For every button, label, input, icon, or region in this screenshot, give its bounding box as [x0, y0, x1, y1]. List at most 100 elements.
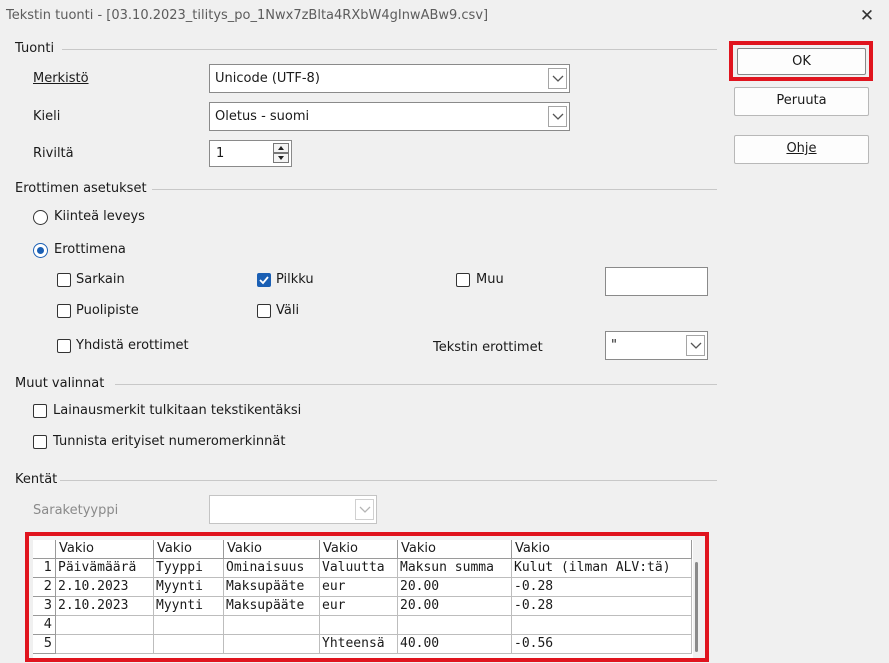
language-value: Oletus - suomi — [215, 109, 310, 124]
table-cell[interactable]: 20.00 — [398, 597, 512, 616]
tab-label: Sarkain — [76, 272, 125, 287]
table-cell[interactable] — [56, 616, 154, 635]
column-type-header[interactable]: Vakio — [224, 540, 320, 559]
checkmark-icon — [259, 276, 269, 285]
comma-label: Pilkku — [276, 272, 314, 287]
table-cell[interactable] — [224, 616, 320, 635]
spin-up-icon[interactable] — [273, 143, 289, 153]
spin-down-icon[interactable] — [273, 153, 289, 163]
checkbox-merge[interactable] — [57, 339, 71, 353]
table-cell[interactable]: eur — [320, 597, 398, 616]
ok-button[interactable]: OK — [737, 48, 866, 75]
radio-separated-by[interactable] — [33, 243, 48, 258]
comma-option[interactable]: Pilkku — [257, 272, 407, 290]
column-type-header[interactable]: Vakio — [56, 540, 154, 559]
separated-by-label: Erottimena — [54, 242, 126, 257]
table-cell[interactable] — [512, 616, 692, 635]
merge-label: Yhdistä erottimet — [76, 338, 189, 353]
divider — [152, 189, 717, 190]
row-number: 5 — [33, 635, 56, 654]
table-cell[interactable]: Kulut (ilman ALV:tä) — [512, 559, 692, 578]
chevron-down-icon[interactable] — [686, 335, 705, 356]
column-type-label: Saraketyyppi — [33, 503, 119, 518]
other-options-section-title: Muut valinnat — [15, 376, 105, 391]
table-cell[interactable]: 20.00 — [398, 578, 512, 597]
merge-option[interactable]: Yhdistä erottimet — [57, 338, 257, 356]
scrollbar-thumb[interactable] — [695, 562, 698, 652]
checkbox-other[interactable] — [456, 273, 470, 287]
checkbox-quoted-as-text[interactable] — [33, 404, 47, 418]
help-button[interactable]: Ohje — [734, 135, 869, 164]
separated-by-option[interactable]: Erottimena — [33, 242, 233, 260]
table-cell[interactable] — [56, 635, 154, 654]
table-cell[interactable]: -0.28 — [512, 578, 692, 597]
table-cell[interactable]: 40.00 — [398, 635, 512, 654]
table-cell[interactable]: Päivämäärä — [56, 559, 154, 578]
fixed-width-label: Kiinteä leveys — [54, 209, 145, 224]
vertical-scrollbar[interactable] — [693, 540, 701, 658]
checkbox-detect-special-numbers[interactable] — [33, 435, 47, 449]
divider — [62, 49, 717, 50]
tab-option[interactable]: Sarkain — [57, 272, 207, 290]
column-type-header[interactable]: Vakio — [320, 540, 398, 559]
quoted-as-text-label: Lainausmerkit tulkitaan tekstikentäksi — [53, 403, 302, 418]
table-cell[interactable] — [224, 635, 320, 654]
chevron-down-icon[interactable] — [548, 106, 567, 127]
space-option[interactable]: Väli — [257, 303, 407, 321]
close-icon[interactable]: ✕ — [852, 2, 882, 30]
from-row-label: Riviltä — [33, 146, 74, 161]
other-label: Muu — [476, 272, 504, 287]
table-cell[interactable]: -0.56 — [512, 635, 692, 654]
string-delimiter-select[interactable]: " — [605, 331, 708, 360]
fixed-width-option[interactable]: Kiinteä leveys — [33, 209, 233, 227]
fields-section-title: Kentät — [15, 472, 58, 487]
checkbox-semicolon[interactable] — [57, 304, 71, 318]
table-cell[interactable]: Yhteensä — [320, 635, 398, 654]
radio-fixed-width[interactable] — [33, 210, 48, 225]
table-cell[interactable]: Valuutta — [320, 559, 398, 578]
from-row-stepper[interactable]: 1 — [209, 140, 292, 167]
window-title: Tekstin tuonti - [03.10.2023_tilitys_po_… — [6, 8, 489, 23]
checkbox-tab[interactable] — [57, 273, 71, 287]
quoted-as-text-option[interactable]: Lainausmerkit tulkitaan tekstikentäksi — [33, 403, 333, 421]
table-cell[interactable]: Maksupääte — [224, 597, 320, 616]
table-cell[interactable]: Myynti — [154, 597, 224, 616]
chevron-down-icon[interactable] — [548, 68, 567, 89]
table-cell[interactable]: -0.28 — [512, 597, 692, 616]
space-label: Väli — [276, 303, 300, 318]
table-cell[interactable] — [398, 616, 512, 635]
column-type-select — [209, 495, 377, 524]
other-option[interactable]: Muu — [456, 272, 556, 290]
table-cell[interactable]: Tyyppi — [154, 559, 224, 578]
charset-select[interactable]: Unicode (UTF-8) — [209, 64, 570, 93]
column-type-header[interactable]: Vakio — [398, 540, 512, 559]
separator-section-title: Erottimen asetukset — [15, 181, 147, 196]
table-cell[interactable]: Ominaisuus — [224, 559, 320, 578]
charset-label: Merkistö — [33, 71, 89, 86]
column-type-header[interactable]: Vakio — [512, 540, 692, 559]
checkbox-comma[interactable] — [257, 273, 271, 287]
preview-grid[interactable]: Vakio Vakio Vakio Vakio Vakio Vakio 1 Päivämäär… — [33, 540, 701, 658]
language-select[interactable]: Oletus - suomi — [209, 102, 570, 131]
column-type-header[interactable]: Vakio — [154, 540, 224, 559]
table-cell[interactable]: eur — [320, 578, 398, 597]
detect-special-numbers-label: Tunnista erityiset numeromerkinnät — [53, 434, 286, 449]
table-cell[interactable]: 2.10.2023 — [56, 597, 154, 616]
semicolon-option[interactable]: Puolipiste — [57, 303, 207, 321]
detect-special-numbers-option[interactable]: Tunnista erityiset numeromerkinnät — [33, 434, 333, 452]
checkbox-space[interactable] — [257, 304, 271, 318]
table-cell[interactable]: 2.10.2023 — [56, 578, 154, 597]
table-cell[interactable]: Maksun summa — [398, 559, 512, 578]
table-cell[interactable] — [320, 616, 398, 635]
table-cell[interactable] — [154, 635, 224, 654]
other-separator-input[interactable] — [605, 267, 708, 296]
table-cell[interactable]: Maksupääte — [224, 578, 320, 597]
string-delimiter-label: Tekstin erottimet — [433, 340, 543, 355]
title-bar: Tekstin tuonti - [03.10.2023_tilitys_po_… — [0, 0, 889, 33]
semicolon-label: Puolipiste — [76, 303, 139, 318]
divider — [115, 384, 717, 385]
divider — [60, 480, 717, 481]
cancel-button[interactable]: Peruuta — [734, 87, 869, 116]
table-cell[interactable]: Myynti — [154, 578, 224, 597]
table-cell[interactable] — [154, 616, 224, 635]
